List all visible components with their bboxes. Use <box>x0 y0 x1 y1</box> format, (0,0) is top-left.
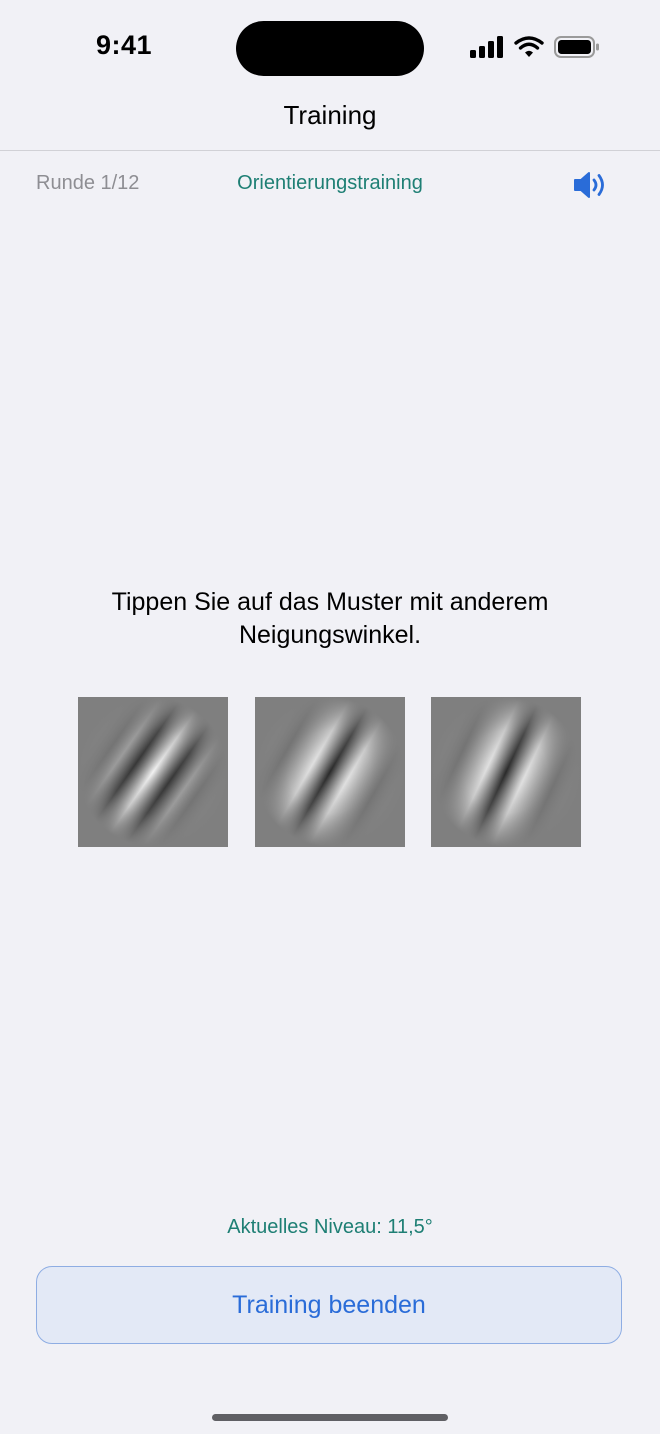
session-bar: Runde 1/12 Orientierungstraining <box>0 166 660 206</box>
cellular-signal-icon <box>470 36 503 58</box>
sound-toggle-button[interactable] <box>572 168 612 202</box>
battery-icon <box>554 36 599 58</box>
gabor-pattern-image <box>255 697 405 847</box>
current-level-label: Aktuelles Niveau: 11,5° <box>227 1216 433 1238</box>
status-icons <box>470 36 600 58</box>
training-mode-label: Orientierungstraining <box>237 172 423 194</box>
nav-divider <box>0 150 660 151</box>
task-instruction: Tippen Sie auf das Muster mit anderem Ne… <box>111 588 549 649</box>
gabor-pattern-image <box>431 697 581 847</box>
gabor-pattern-image <box>78 697 228 847</box>
status-bar: 9:41 <box>0 0 660 96</box>
status-time: 9:41 <box>96 30 153 60</box>
end-training-button[interactable]: Training beenden <box>36 1266 622 1344</box>
gabor-patch-2[interactable] <box>255 697 405 847</box>
wifi-icon <box>514 36 544 57</box>
stimulus-row <box>78 697 582 849</box>
dynamic-island <box>236 21 424 76</box>
gabor-patch-1[interactable] <box>78 697 228 847</box>
home-indicator[interactable] <box>212 1414 448 1421</box>
page-title: Training <box>283 100 377 130</box>
speaker-wave-icon <box>574 172 604 198</box>
gabor-patch-3[interactable] <box>431 697 581 847</box>
